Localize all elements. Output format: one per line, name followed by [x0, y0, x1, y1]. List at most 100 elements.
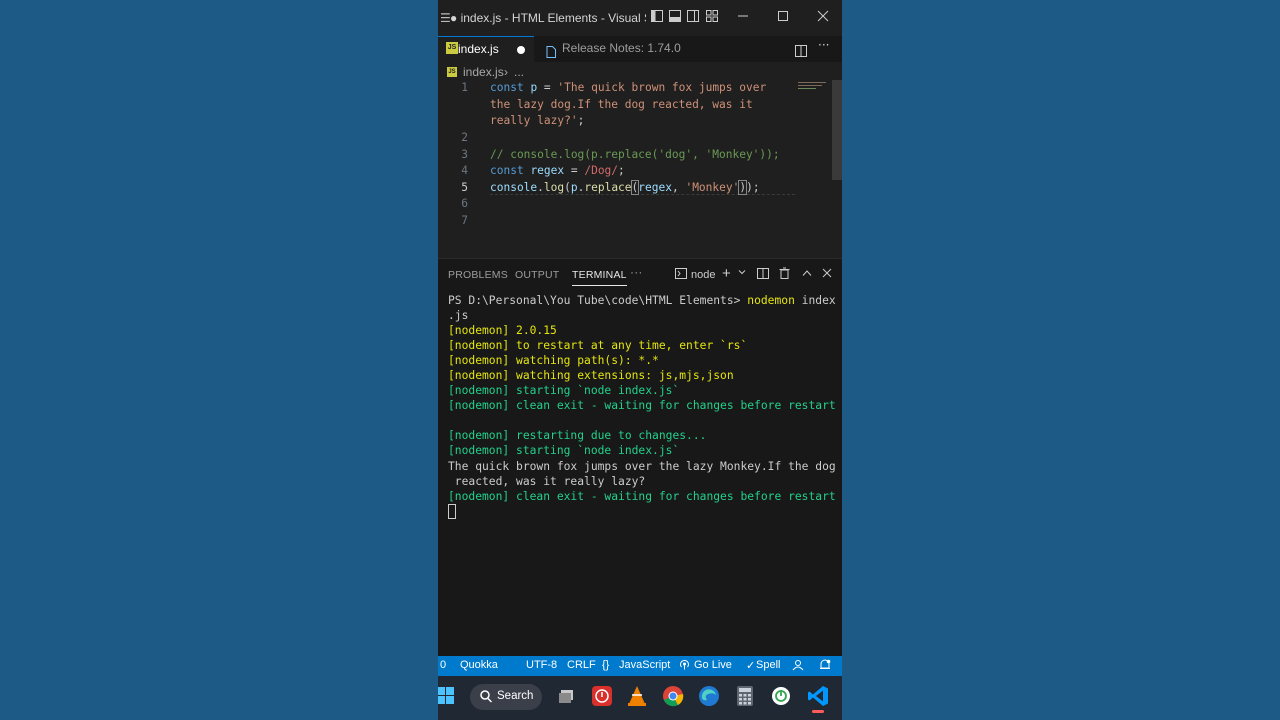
code-token: p [570, 180, 578, 194]
problems-count[interactable]: 0 [440, 659, 446, 671]
terminal-cursor [448, 504, 456, 520]
code-token: ( [564, 180, 571, 194]
modified-dot-icon[interactable] [517, 46, 525, 54]
close-icon[interactable] [816, 10, 830, 24]
terminal-line: [nodemon] to restart at any time, enter … [448, 339, 748, 353]
code-token: replace [584, 180, 632, 194]
terminal-line: PS D:\Personal\You Tube\code\HTML Elemen… [448, 293, 840, 308]
tab-label: index.js [458, 42, 499, 56]
code-token: regex [638, 180, 672, 194]
trash-icon[interactable] [779, 267, 790, 282]
code-token: = [537, 81, 558, 94]
more-actions-icon[interactable]: ··· [818, 38, 829, 52]
panel-more-icon[interactable]: ··· [630, 265, 643, 279]
quokka-status[interactable]: Quokka [460, 659, 498, 671]
toggle-panel-icon[interactable] [668, 10, 682, 24]
code-token: the lazy dog.If the dog reacted, was it [490, 97, 753, 111]
tab-problems[interactable]: PROBLEMS [448, 269, 508, 281]
title-bar: ☰ ● index.js - HTML Elements - Visual St… [438, 0, 842, 37]
maximize-panel-icon[interactable] [802, 268, 812, 280]
line-number: 3 [461, 147, 468, 161]
taskbar-search[interactable]: Search [470, 684, 542, 710]
split-terminal-icon[interactable] [757, 268, 769, 282]
power-app-icon[interactable] [770, 685, 792, 707]
terminal-line [448, 504, 840, 520]
code-token: 'The quick brown fox jumps over [557, 81, 767, 94]
line-number: 4 [461, 164, 468, 177]
terminal-line: [nodemon] clean exit - waiting for chang… [448, 489, 836, 503]
vlc-icon[interactable] [626, 685, 648, 707]
terminal-output[interactable]: PS D:\Personal\You Tube\code\HTML Elemen… [448, 293, 840, 520]
tab-output[interactable]: OUTPUT [515, 269, 559, 281]
line-number: 1 [461, 81, 468, 94]
code-token: . [537, 180, 544, 194]
chrome-icon[interactable] [662, 685, 684, 707]
taskbar: Search [438, 676, 842, 720]
edge-icon[interactable] [698, 685, 720, 707]
toggle-sidebar-icon[interactable] [650, 10, 664, 24]
terminal-icon [675, 268, 687, 282]
breadcrumb-file[interactable]: index.js [463, 65, 504, 79]
minimap[interactable] [798, 80, 830, 100]
line-number: 2 [461, 131, 468, 144]
terminal-line: [nodemon] starting `node index.js` [448, 444, 680, 458]
new-terminal-icon[interactable]: + [722, 265, 731, 282]
language-mode[interactable]: JavaScript [619, 659, 670, 671]
code-line: const regex = /Dog/; [490, 164, 625, 177]
split-editor-icon[interactable] [795, 42, 807, 61]
code-token: ); [746, 180, 760, 194]
customize-layout-icon[interactable] [705, 10, 719, 24]
tab-terminal[interactable]: TERMINAL [572, 269, 627, 286]
code-line: really lazy?'; [490, 114, 584, 127]
line-number: 6 [461, 197, 468, 210]
terminal-args: index [794, 294, 836, 307]
window-title: ● index.js - HTML Elements - Visual Stud… [450, 11, 646, 25]
editor-tabs: JS index.js Release Notes: 1.74.0 ··· [438, 36, 842, 63]
code-token: , [671, 180, 686, 194]
code-token: const [490, 81, 524, 94]
terminal-line: The quick brown fox jumps over the lazy … [448, 459, 836, 473]
app-red-icon[interactable] [591, 685, 613, 707]
terminal-shell-name[interactable]: node [691, 269, 715, 281]
code-token: /Dog/ [584, 164, 619, 177]
code-token: = [564, 164, 585, 177]
broadcast-icon [679, 659, 690, 673]
code-editor[interactable]: 1 2 3 4 5 6 7 const p = 'The quick brown… [438, 80, 842, 258]
js-file-icon: JS [446, 42, 458, 54]
tab-release-notes[interactable]: Release Notes: 1.74.0 [534, 36, 690, 62]
code-token: really lazy?' [490, 114, 578, 127]
windows-start-icon[interactable] [438, 686, 454, 706]
encoding-status[interactable]: UTF-8 [526, 659, 557, 671]
spell-status[interactable]: Spell [756, 659, 780, 671]
breadcrumb: JS index.js › ... [438, 62, 842, 82]
line-number: 7 [461, 213, 468, 227]
code-token: 'Monkey' [685, 180, 740, 194]
line-number: 5 [461, 180, 468, 194]
code-token: // console.log(p.replace('dog', 'Monkey'… [490, 147, 780, 161]
js-file-icon: JS [447, 67, 457, 77]
accounts-icon[interactable] [792, 659, 804, 674]
terminal-line: [nodemon] starting `node index.js` [448, 384, 680, 398]
code-token: ; [618, 164, 625, 177]
editor-scrollbar[interactable] [832, 80, 842, 180]
calculator-icon[interactable] [734, 685, 756, 707]
go-live-button[interactable]: Go Live [694, 659, 732, 671]
eol-status[interactable]: CRLF [567, 659, 596, 671]
tab-label: Release Notes: 1.74.0 [562, 41, 681, 55]
close-panel-icon[interactable] [822, 268, 832, 281]
terminal-line: [nodemon] watching extensions: js,mjs,js… [448, 369, 734, 383]
toggle-secondary-sidebar-icon[interactable] [686, 10, 700, 24]
breadcrumb-separator: › [504, 65, 508, 79]
breadcrumb-more[interactable]: ... [514, 65, 524, 79]
maximize-icon[interactable] [776, 10, 790, 24]
notifications-icon[interactable] [819, 659, 831, 674]
minimize-icon[interactable] [736, 10, 750, 24]
vscode-icon[interactable] [807, 685, 829, 713]
task-view-icon[interactable] [556, 685, 578, 707]
terminal-line: [nodemon] clean exit - waiting for chang… [448, 399, 836, 413]
code-token: const [490, 164, 524, 177]
terminal-line: [nodemon] 2.0.15 [448, 324, 557, 338]
tab-index-js[interactable]: JS index.js [438, 36, 534, 63]
chevron-down-icon[interactable] [738, 267, 746, 279]
